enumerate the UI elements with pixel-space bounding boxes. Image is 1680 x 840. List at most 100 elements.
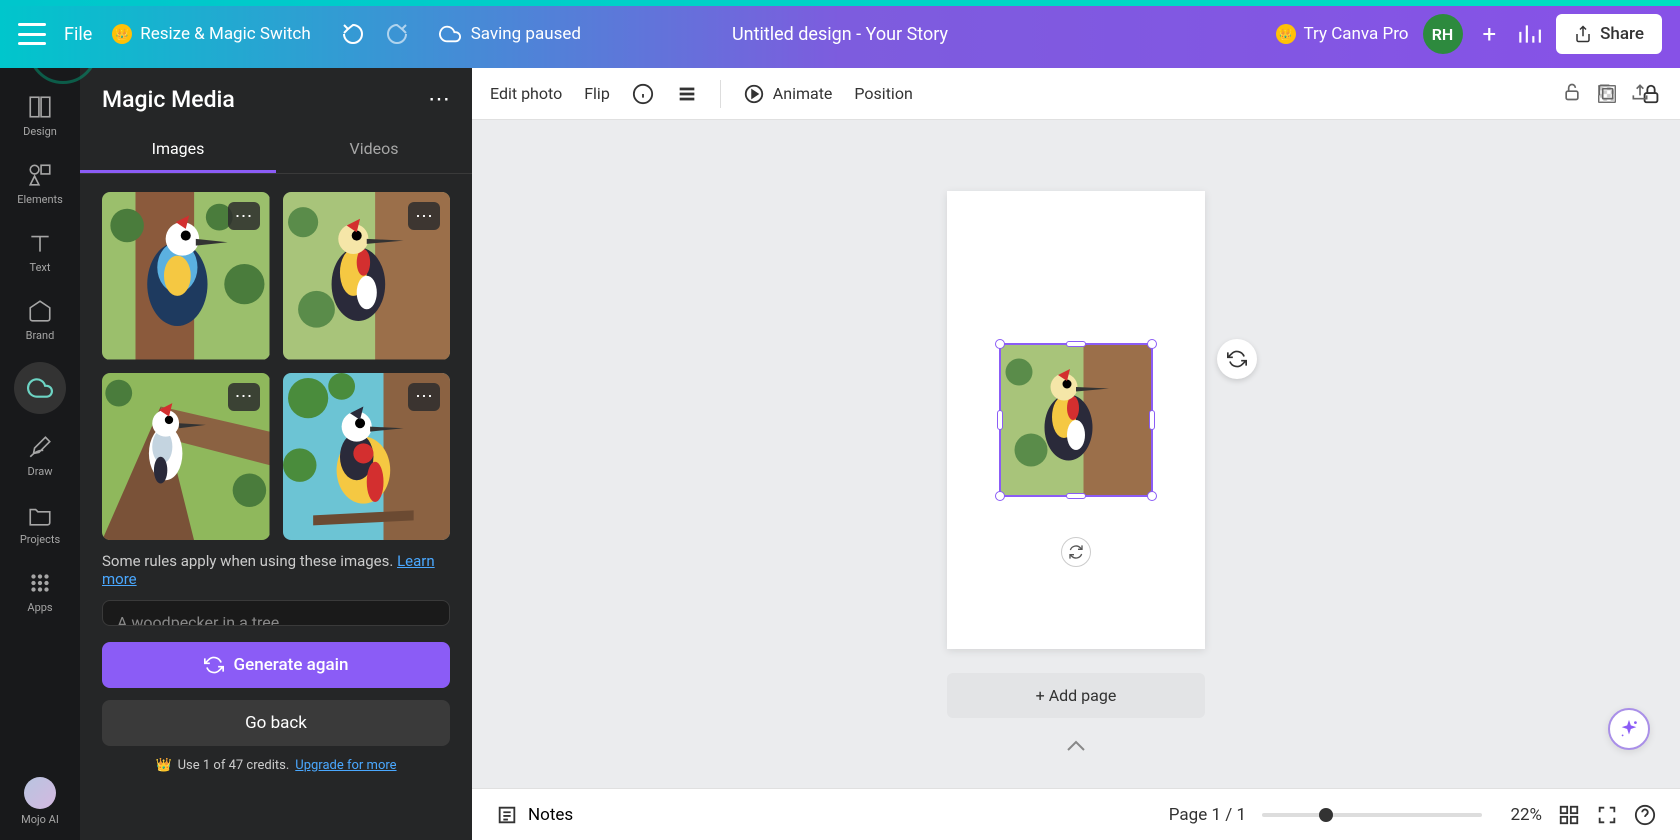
image-2-more-icon[interactable]: ⋯: [408, 202, 440, 230]
try-canva-pro-button[interactable]: 👑 Try Canva Pro: [1276, 24, 1409, 44]
list-icon[interactable]: [676, 83, 698, 105]
crown-small-icon: 👑: [155, 758, 171, 773]
grid-view-icon[interactable]: [1558, 804, 1580, 826]
resize-label: Resize & Magic Switch: [140, 24, 310, 44]
resize-magic-switch-button[interactable]: 👑 Resize & Magic Switch: [112, 24, 310, 44]
page-controls: [1562, 82, 1650, 102]
resize-handle-tr[interactable]: [1147, 339, 1157, 349]
zoom-thumb[interactable]: [1319, 808, 1333, 822]
image-1-more-icon[interactable]: ⋯: [228, 202, 260, 230]
notes-label: Notes: [528, 805, 573, 825]
nav-elements-label: Elements: [17, 193, 63, 206]
edit-photo-button[interactable]: Edit photo: [490, 84, 562, 103]
nav-design-label: Design: [23, 125, 57, 138]
saving-text: Saving paused: [471, 24, 581, 44]
usage-rules-text: Some rules apply when using these images…: [80, 552, 472, 600]
nav-draw-label: Draw: [28, 465, 53, 478]
notes-icon: [496, 804, 518, 826]
crown-icon: 👑: [112, 24, 132, 44]
tab-videos[interactable]: Videos: [276, 127, 472, 173]
ai-assistant-fab[interactable]: [1608, 708, 1650, 750]
nav-elements[interactable]: Elements: [0, 150, 80, 218]
animate-label: Animate: [773, 84, 833, 103]
position-button[interactable]: Position: [854, 84, 912, 103]
context-toolbar: Edit photo Flip Animate Position: [472, 68, 1680, 120]
duplicate-page-icon[interactable]: [1596, 82, 1616, 102]
resize-handle-tl[interactable]: [995, 339, 1005, 349]
redo-icon[interactable]: [385, 22, 409, 46]
magic-media-panel: Magic Media ⋯ Images Videos ⋯ ⋯ ⋯ ⋯: [80, 68, 472, 840]
crown-icon: 👑: [1276, 24, 1296, 44]
nav-text[interactable]: Text: [0, 218, 80, 286]
regenerate-fab[interactable]: [1217, 339, 1257, 379]
generated-image-1[interactable]: ⋯: [102, 192, 270, 360]
generate-again-button[interactable]: Generate again: [102, 642, 450, 688]
canvas-page[interactable]: [947, 191, 1205, 649]
generated-image-4[interactable]: ⋯: [283, 373, 451, 541]
left-nav-rail: Design Elements Text Brand Draw Projects…: [0, 68, 80, 840]
saving-status: Saving paused: [439, 23, 581, 45]
resize-handle-top[interactable]: [1066, 341, 1086, 347]
undo-icon[interactable]: [341, 22, 365, 46]
add-member-button[interactable]: +: [1477, 20, 1503, 48]
nav-apps[interactable]: Apps: [0, 558, 80, 626]
flip-button[interactable]: Flip: [584, 84, 610, 103]
image-4-more-icon[interactable]: ⋯: [408, 383, 440, 411]
resize-handle-bl[interactable]: [995, 491, 1005, 501]
fullscreen-icon[interactable]: [1596, 804, 1618, 826]
notes-button[interactable]: Notes: [496, 804, 573, 826]
try-pro-label: Try Canva Pro: [1304, 24, 1409, 44]
upload-page-icon[interactable]: [1630, 82, 1650, 102]
add-page-button[interactable]: + Add page: [947, 673, 1205, 718]
upgrade-link[interactable]: Upgrade for more: [295, 758, 396, 773]
panel-more-icon[interactable]: ⋯: [428, 87, 450, 112]
selected-image[interactable]: [999, 343, 1153, 497]
nav-projects[interactable]: Projects: [0, 490, 80, 558]
resize-handle-left[interactable]: [997, 410, 1003, 430]
share-label: Share: [1600, 24, 1644, 44]
insights-icon[interactable]: [1516, 21, 1542, 47]
generated-image-3[interactable]: ⋯: [102, 373, 270, 541]
info-icon[interactable]: [632, 83, 654, 105]
nav-uploads-active[interactable]: [14, 362, 66, 414]
resize-handle-right[interactable]: [1149, 410, 1155, 430]
document-title[interactable]: Untitled design - Your Story: [732, 24, 948, 45]
expand-pages-icon[interactable]: [1066, 737, 1086, 756]
share-icon: [1574, 25, 1592, 43]
user-avatar[interactable]: RH: [1423, 14, 1463, 54]
nav-text-label: Text: [30, 261, 51, 274]
nav-draw[interactable]: Draw: [0, 422, 80, 490]
zoom-percentage[interactable]: 22%: [1498, 805, 1542, 825]
unlock-page-icon[interactable]: [1562, 82, 1582, 102]
go-back-button[interactable]: Go back: [102, 700, 450, 746]
resize-handle-bottom[interactable]: [1066, 493, 1086, 499]
media-tabs: Images Videos: [80, 127, 472, 174]
help-icon[interactable]: [1634, 804, 1656, 826]
animate-icon: [743, 83, 765, 105]
regenerate-icon: [204, 655, 224, 675]
animate-button[interactable]: Animate: [743, 83, 833, 105]
page-indicator[interactable]: Page 1 / 1: [1169, 805, 1246, 825]
nav-mojo-label: Mojo AI: [21, 813, 59, 826]
hamburger-menu-icon[interactable]: [18, 23, 46, 45]
prompt-input[interactable]: A woodpecker in a tree: [102, 600, 450, 626]
mojo-ai-icon[interactable]: [24, 777, 56, 809]
top-bar: File 👑 Resize & Magic Switch Saving paus…: [0, 0, 1680, 68]
nav-brand-label: Brand: [26, 329, 55, 342]
nav-apps-label: Apps: [27, 601, 52, 614]
generated-images-grid: ⋯ ⋯ ⋯ ⋯: [80, 174, 472, 552]
generated-image-2[interactable]: ⋯: [283, 192, 451, 360]
tab-images[interactable]: Images: [80, 127, 276, 173]
canvas-area: Edit photo Flip Animate Position: [472, 68, 1680, 840]
bottom-bar: Notes Page 1 / 1 22%: [472, 788, 1680, 840]
image-3-more-icon[interactable]: ⋯: [228, 383, 260, 411]
nav-design[interactable]: Design: [0, 82, 80, 150]
credits-info: 👑 Use 1 of 47 credits. Upgrade for more: [80, 758, 472, 783]
resize-handle-br[interactable]: [1147, 491, 1157, 501]
zoom-slider[interactable]: [1262, 813, 1482, 817]
file-menu[interactable]: File: [64, 24, 92, 45]
nav-brand[interactable]: Brand: [0, 286, 80, 354]
share-button[interactable]: Share: [1556, 14, 1662, 54]
panel-title: Magic Media: [102, 86, 235, 113]
rotate-handle[interactable]: [1061, 537, 1091, 567]
